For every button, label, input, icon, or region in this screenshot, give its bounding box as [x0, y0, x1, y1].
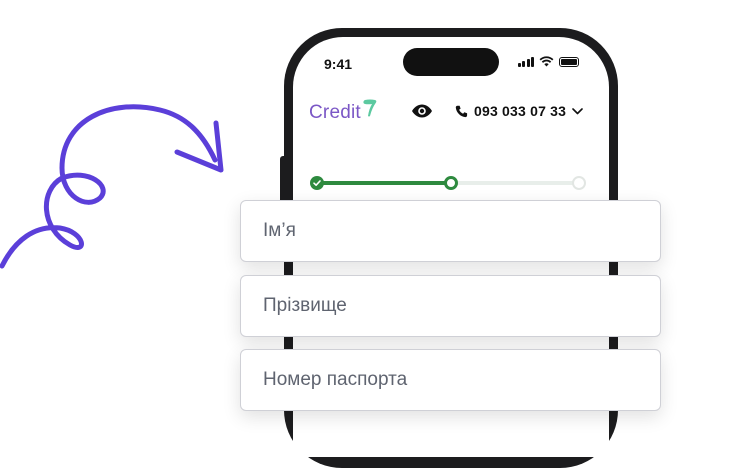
logo-text: Credit: [309, 102, 361, 123]
last-name-input[interactable]: [261, 294, 660, 318]
eye-icon[interactable]: [411, 104, 433, 118]
phone-number: 093 033 07 33: [474, 103, 567, 119]
battery-icon: [559, 56, 579, 67]
passport-number-field[interactable]: [240, 349, 661, 411]
status-icons: [517, 56, 579, 67]
first-name-field[interactable]: [240, 200, 661, 262]
credit7-logo[interactable]: Credit: [309, 99, 378, 124]
phone-icon: [455, 105, 468, 117]
last-name-field[interactable]: [240, 275, 661, 337]
step-3-upcoming: [572, 176, 586, 190]
passport-number-input[interactable]: [261, 368, 660, 392]
progress-track-completed: [317, 181, 449, 185]
phone-contact-dropdown[interactable]: 093 033 07 33: [455, 103, 583, 119]
phone-side-button: [280, 156, 286, 204]
chevron-down-icon: [572, 107, 583, 114]
check-icon: [313, 180, 321, 186]
logo-seven-badge: [362, 99, 378, 117]
progress-track-remaining: [449, 181, 585, 185]
dynamic-island: [403, 48, 499, 76]
first-name-input[interactable]: [261, 219, 660, 243]
step-2-current: [444, 176, 458, 190]
status-time: 9:41: [324, 56, 353, 72]
form-progress-stepper: [309, 175, 593, 191]
wifi-icon: [539, 56, 554, 67]
step-1-completed: [310, 176, 324, 190]
cellular-signal-icon: [517, 56, 534, 67]
